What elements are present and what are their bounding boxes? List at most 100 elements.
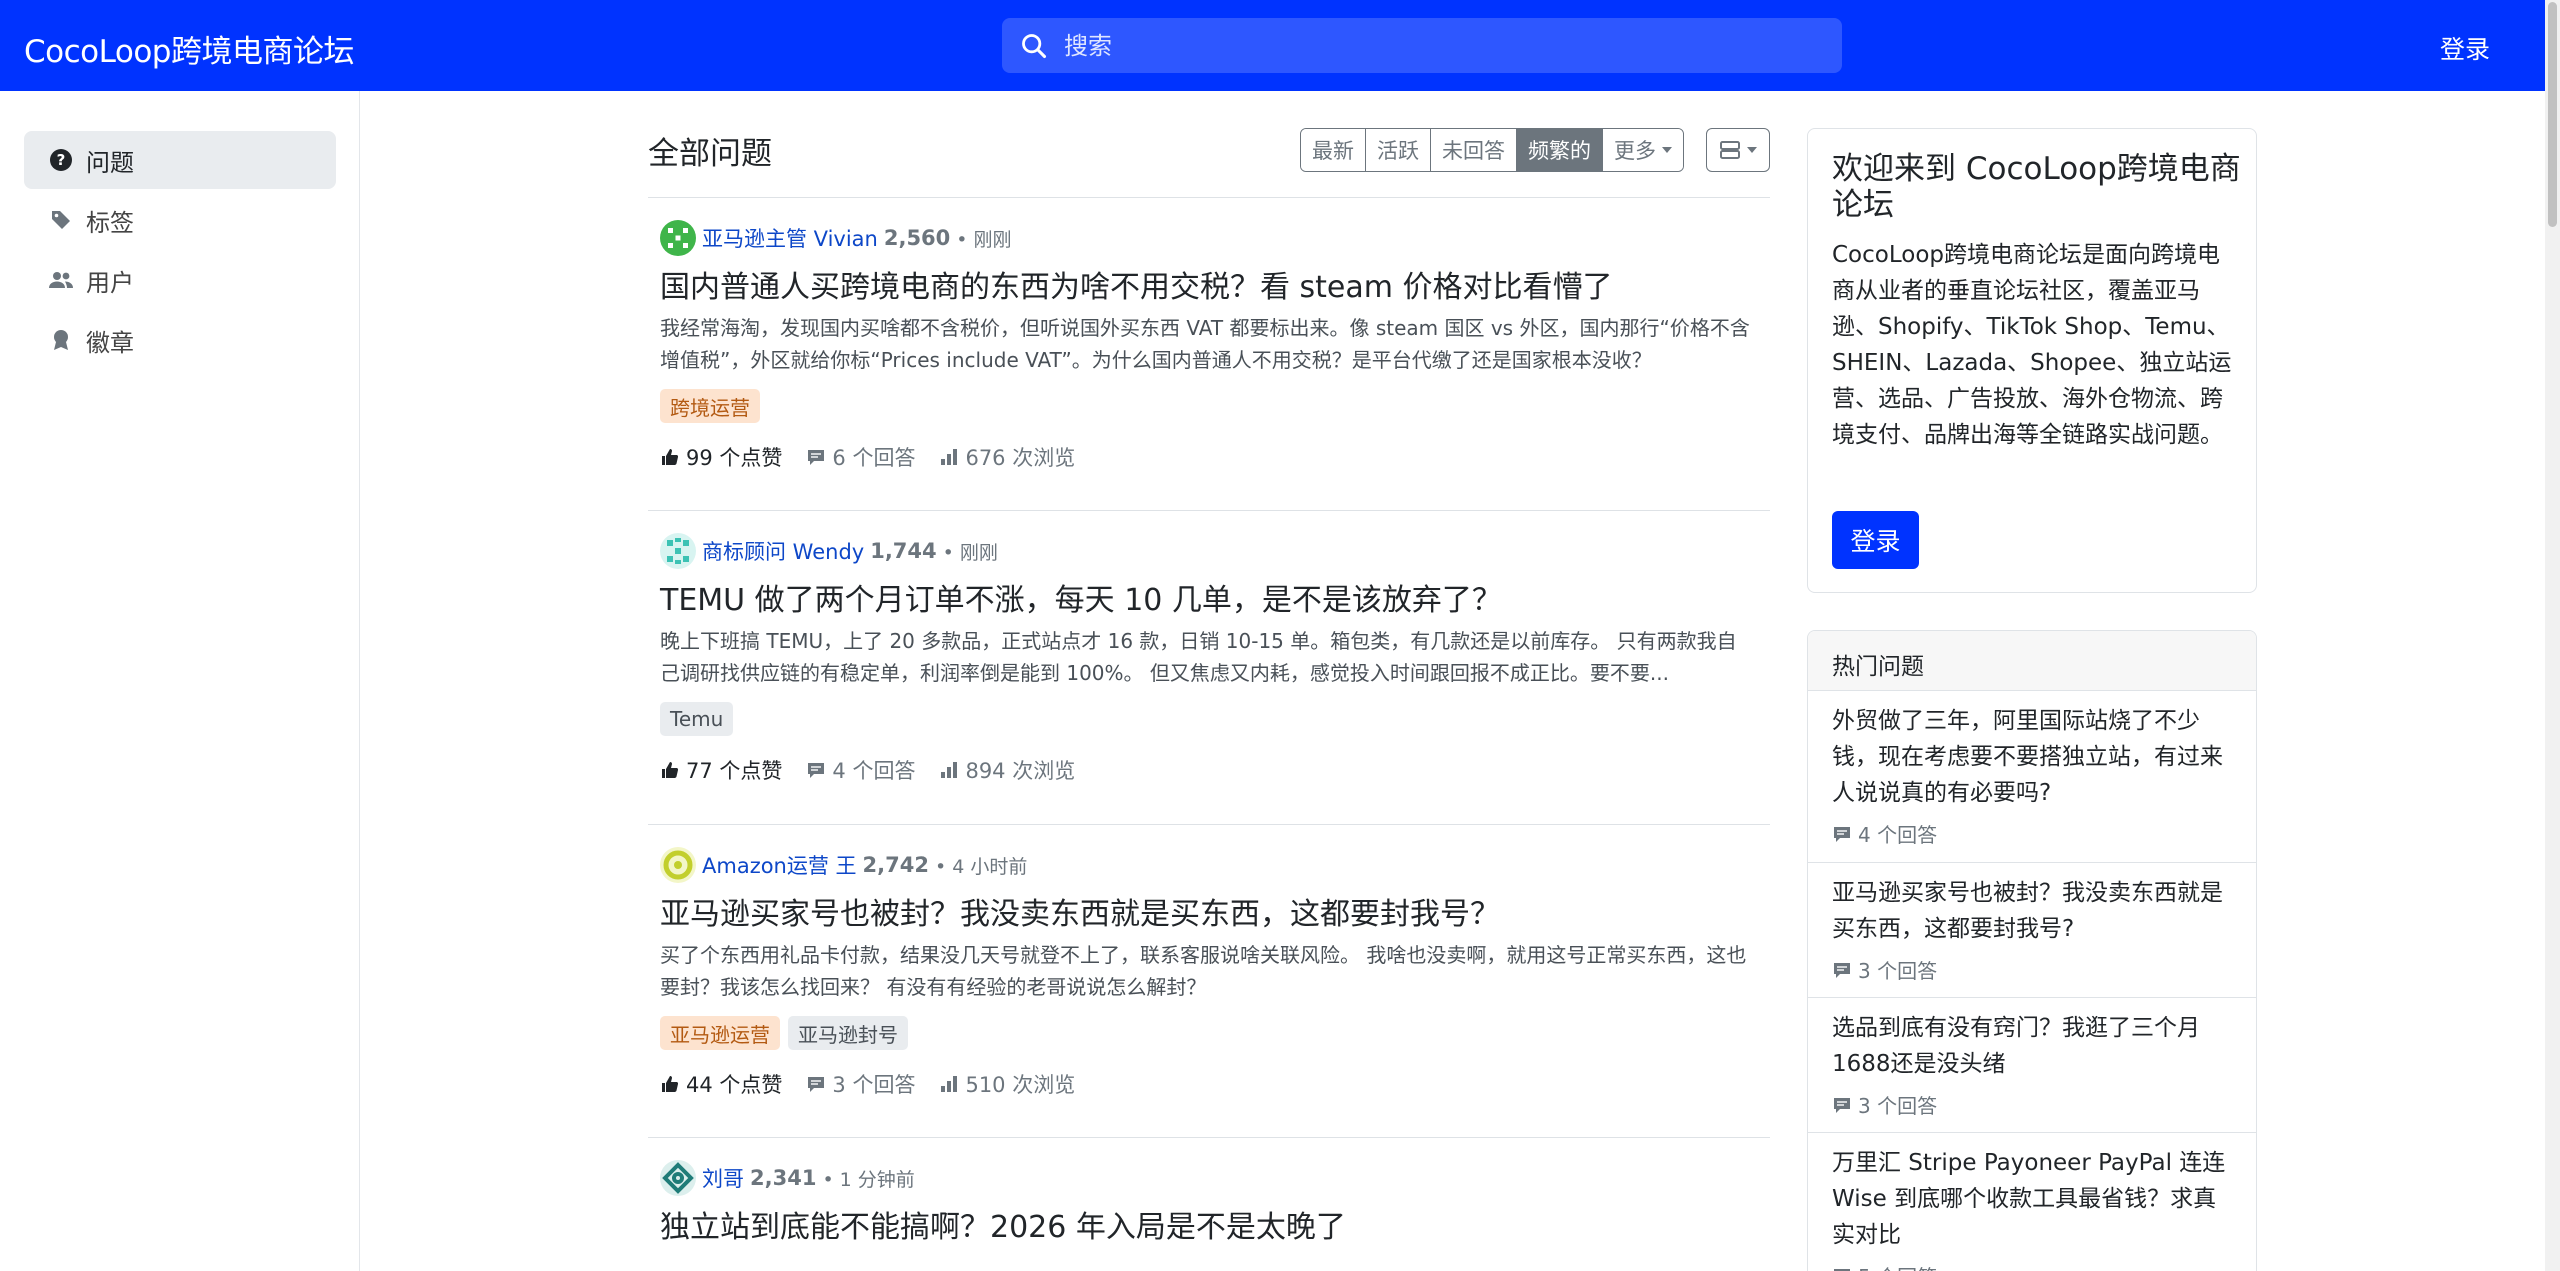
hot-questions-card: 热门问题 外贸做了三年，阿里国际站烧了不少钱，现在考虑要不要搭独立站，有过来人说…: [1807, 630, 2257, 1271]
brand-logo[interactable]: CocoLoop跨境电商论坛: [24, 26, 354, 71]
author-link[interactable]: 商标顾问 Wendy: [702, 536, 864, 566]
author-link[interactable]: 亚马逊主管 Vivian: [702, 223, 878, 253]
tab-newest[interactable]: 最新: [1301, 129, 1366, 171]
tag-chip[interactable]: Temu: [660, 702, 734, 736]
hot-question-item: 外贸做了三年，阿里国际站烧了不少钱，现在考虑要不要搭独立站，有过来人说说真的有必…: [1808, 691, 2256, 863]
hot-question-title[interactable]: 亚马逊买家号也被封？我没卖东西就是买东西，这都要封我号?: [1832, 875, 2232, 947]
login-link[interactable]: 登录: [2440, 30, 2490, 66]
views-stat: 676 次浏览: [939, 442, 1075, 472]
list-divider: [648, 824, 1770, 825]
question-stats: 44 个点赞 3 个回答 510 次浏览: [660, 1069, 1099, 1099]
people-icon: [48, 267, 74, 293]
award-icon: [48, 327, 74, 353]
reputation-score: 2,742: [862, 853, 929, 877]
question-title[interactable]: 亚马逊买家号也被封？我没卖东西就是买东西，这都要封我号？: [660, 889, 1500, 933]
comment-icon: [1834, 1097, 1850, 1113]
likes-stat: 99 个点赞: [660, 442, 782, 472]
tab-more-dropdown[interactable]: 更多: [1603, 129, 1683, 171]
question-meta: Amazon运营 王 2,742 • 4 小时前: [660, 847, 1027, 883]
timestamp: • 刚刚: [956, 228, 1012, 251]
tag-list: 亚马逊运营 亚马逊封号: [660, 1016, 908, 1050]
comment-icon: [808, 1077, 825, 1092]
search-input[interactable]: [1064, 26, 1824, 66]
sidebar-item-badges[interactable]: 徽章: [24, 311, 336, 369]
sidebar-item-label: 标签: [86, 208, 134, 237]
question-excerpt: 我经常海淘，发现国内买啥都不含税价，但听说国外买东西 VAT 都要标出来。像 s…: [660, 316, 1750, 372]
question-title[interactable]: 国内普通人买跨境电商的东西为啥不用交税？看 steam 价格对比看懵了: [660, 262, 1613, 306]
likes-count: 99 个点赞: [686, 446, 783, 470]
hot-question-title[interactable]: 万里汇 Stripe Payoneer PayPal 连连 Wise 到底哪个收…: [1832, 1145, 2232, 1253]
hot-question-item: 亚马逊买家号也被封？我没卖东西就是买东西，这都要封我号? 3 个回答: [1808, 863, 2256, 998]
comment-icon: [1834, 826, 1850, 842]
avatar[interactable]: [660, 1160, 696, 1196]
sidebar-item-label: 徽章: [86, 328, 134, 357]
answers-stat: 6 个回答: [806, 442, 915, 472]
avatar[interactable]: [660, 220, 696, 256]
tag-chip[interactable]: 亚马逊封号: [788, 1016, 908, 1050]
view-mode-dropdown[interactable]: [1706, 128, 1770, 172]
timestamp: • 4 小时前: [934, 855, 1028, 878]
bar-chart-icon: [941, 762, 958, 778]
answers-count: 4 个回答: [832, 759, 916, 783]
sidebar-item-tags[interactable]: 标签: [24, 191, 336, 249]
thumbs-up-icon: [662, 449, 679, 465]
hot-questions-header: 热门问题: [1808, 631, 2256, 691]
views-stat: 510 次浏览: [939, 1069, 1075, 1099]
scrollbar-thumb[interactable]: [2548, 2, 2557, 227]
login-button[interactable]: 登录: [1832, 511, 1919, 569]
avatar[interactable]: [660, 847, 696, 883]
sidebar-item-label: 用户: [86, 268, 134, 297]
comment-icon: [1834, 962, 1850, 978]
question-meta: 刘哥 2,341 • 1 分钟前: [660, 1160, 915, 1196]
question-title[interactable]: TEMU 做了两个月订单不涨，每天 10 几单，是不是该放弃了？: [660, 575, 1502, 619]
answers-stat: 3 个回答: [806, 1069, 915, 1099]
top-navbar: CocoLoop跨境电商论坛 登录: [0, 0, 2545, 91]
comment-icon: [1834, 1268, 1850, 1271]
question-stats: 99 个点赞 6 个回答 676 次浏览: [660, 442, 1099, 472]
author-link[interactable]: Amazon运营 王: [702, 850, 857, 880]
comment-icon: [808, 450, 825, 465]
views-count: 510 次浏览: [965, 1073, 1076, 1097]
answers-count: 3 个回答: [1858, 959, 1938, 983]
list-divider: [648, 1137, 1770, 1138]
tab-active[interactable]: 活跃: [1366, 129, 1431, 171]
answers-count: 6 个回答: [832, 446, 916, 470]
page-scrollbar[interactable]: [2545, 0, 2560, 1271]
layout-list-icon: [1720, 141, 1740, 159]
reputation-score: 1,744: [870, 539, 937, 563]
bar-chart-icon: [941, 449, 958, 465]
tab-more-label: 更多: [1614, 139, 1656, 163]
thumbs-up-icon: [662, 1076, 679, 1092]
hot-question-answers: 4 个回答: [1832, 819, 1937, 848]
timestamp: • 1 分钟前: [822, 1168, 915, 1191]
hot-question-answers: 3 个回答: [1832, 1090, 1937, 1119]
search-icon: [1022, 34, 1047, 59]
sidebar-item-label: 问题: [86, 148, 134, 177]
tag-chip[interactable]: 亚马逊运营: [660, 1016, 780, 1050]
question-circle-icon: ?: [48, 147, 74, 173]
avatar[interactable]: [660, 533, 696, 569]
hot-question-title[interactable]: 选品到底有没有窍门？我逛了三个月1688还是没头绪: [1832, 1010, 2232, 1082]
comment-icon: [808, 763, 825, 778]
list-divider: [648, 197, 1770, 198]
likes-stat: 44 个点赞: [660, 1069, 782, 1099]
tab-frequent[interactable]: 频繁的: [1517, 129, 1603, 171]
question-stats: 77 个点赞 4 个回答 894 次浏览: [660, 755, 1099, 785]
answers-stat: 4 个回答: [806, 755, 915, 785]
search-box[interactable]: [1002, 18, 1842, 73]
views-stat: 894 次浏览: [939, 755, 1075, 785]
hot-question-answers: 5 个回答: [1832, 1261, 1937, 1271]
likes-count: 44 个点赞: [686, 1073, 783, 1097]
question-title[interactable]: 独立站到底能不能搞啊？2026 年入局是不是太晚了: [660, 1202, 1346, 1246]
sidebar-item-questions[interactable]: ? 问题: [24, 131, 336, 189]
likes-stat: 77 个点赞: [660, 755, 782, 785]
sidebar-item-users[interactable]: 用户: [24, 251, 336, 309]
thumbs-up-icon: [662, 762, 679, 778]
hot-question-title[interactable]: 外贸做了三年，阿里国际站烧了不少钱，现在考虑要不要搭独立站，有过来人说说真的有必…: [1832, 703, 2232, 811]
hot-question-item: 万里汇 Stripe Payoneer PayPal 连连 Wise 到底哪个收…: [1808, 1133, 2256, 1271]
author-link[interactable]: 刘哥: [702, 1163, 744, 1193]
tab-unanswered[interactable]: 未回答: [1431, 129, 1517, 171]
tag-chip[interactable]: 跨境运营: [660, 389, 760, 423]
answers-count: 4 个回答: [1858, 823, 1938, 847]
reputation-score: 2,560: [883, 226, 951, 250]
